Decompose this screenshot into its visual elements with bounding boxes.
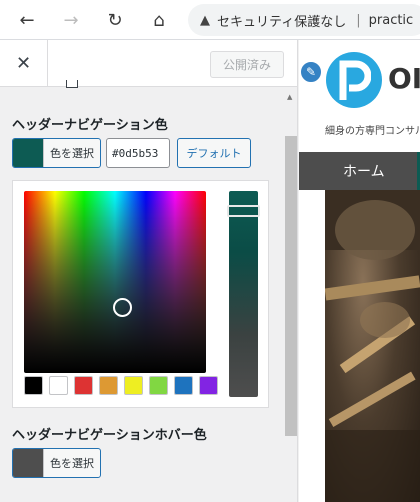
address-bar[interactable]: ▲ セキュリティ保護なし | practic — [188, 4, 420, 36]
site-preview: OI ✎ 細身の方専門コンサル ホーム — [299, 40, 420, 502]
hover-color-select-label: 色を選択 — [43, 449, 100, 477]
palette-swatch-yellow[interactable] — [124, 376, 143, 395]
nav-item-home-label: ホーム — [343, 164, 385, 180]
palette-swatch-blue[interactable] — [174, 376, 193, 395]
home-button[interactable]: ⌂ — [144, 5, 174, 35]
hero-image — [325, 190, 420, 502]
customizer-header: ✕ 公開済み — [0, 40, 297, 87]
hero-image-shapes — [325, 190, 420, 502]
color-palette — [24, 376, 218, 395]
nav-color-select-label: 色を選択 — [43, 139, 100, 167]
publish-button[interactable]: 公開済み — [210, 51, 284, 78]
nav-color-hex-input[interactable] — [106, 138, 170, 168]
site-tagline: 細身の方専門コンサル — [325, 126, 420, 137]
back-button[interactable]: ← — [12, 5, 42, 35]
nav-color-select-button[interactable]: 色を選択 — [12, 138, 101, 168]
hover-color-label: ヘッダーナビゲーションホバー色 — [12, 428, 207, 443]
scroll-up-arrow-icon[interactable]: ▲ — [287, 93, 292, 101]
color-saturation-field[interactable] — [24, 191, 206, 373]
close-customizer-button[interactable]: ✕ — [0, 40, 48, 86]
not-secure-warning-icon: ▲ — [200, 12, 210, 28]
site-header-nav: ホーム — [299, 152, 420, 190]
nav-color-default-button[interactable]: デフォルト — [177, 138, 251, 168]
reload-icon: ↻ — [107, 9, 123, 31]
lightness-slider-handle[interactable] — [227, 205, 260, 217]
palette-swatch-white[interactable] — [49, 376, 68, 395]
forward-arrow-icon: → — [63, 9, 79, 31]
palette-swatch-red[interactable] — [74, 376, 93, 395]
site-logo-text: OI — [388, 62, 420, 95]
palette-swatch-black[interactable] — [24, 376, 43, 395]
palette-swatch-green[interactable] — [149, 376, 168, 395]
logo-p-icon — [339, 60, 371, 100]
nav-color-swatch — [13, 139, 43, 167]
palette-swatch-purple[interactable] — [199, 376, 218, 395]
hover-color-swatch — [13, 449, 43, 477]
url-separator: | — [356, 12, 361, 28]
back-arrow-icon: ← — [19, 9, 35, 31]
color-lightness-slider[interactable] — [229, 191, 258, 397]
palette-swatch-orange[interactable] — [99, 376, 118, 395]
security-status-text: セキュリティ保護なし — [217, 14, 347, 30]
color-picker — [12, 180, 269, 408]
hover-color-select-button[interactable]: 色を選択 — [12, 448, 101, 478]
checkbox[interactable] — [66, 80, 78, 88]
nav-item-home[interactable]: ホーム — [299, 152, 417, 190]
forward-button[interactable]: → — [56, 5, 86, 35]
url-text: practic — [368, 12, 414, 28]
color-field-handle[interactable] — [113, 298, 132, 317]
panel-scrollbar-thumb[interactable] — [285, 136, 297, 436]
pencil-icon: ✎ — [305, 65, 317, 79]
browser-toolbar: ← → ↻ ⌂ ▲ セキュリティ保護なし | practic — [0, 0, 420, 40]
customizer-panel: ✕ 公開済み ▲ ヘッダーナビゲーション色 色を選択 デフォルト — [0, 40, 298, 502]
close-icon: ✕ — [15, 52, 32, 74]
reload-button[interactable]: ↻ — [100, 5, 130, 35]
edit-shortcut-pencil-icon[interactable]: ✎ — [299, 60, 323, 84]
home-icon: ⌂ — [153, 9, 165, 31]
screen: ← → ↻ ⌂ ▲ セキュリティ保護なし | practic ✕ 公開済み ▲ … — [0, 0, 420, 502]
nav-color-label: ヘッダーナビゲーション色 — [12, 118, 168, 133]
